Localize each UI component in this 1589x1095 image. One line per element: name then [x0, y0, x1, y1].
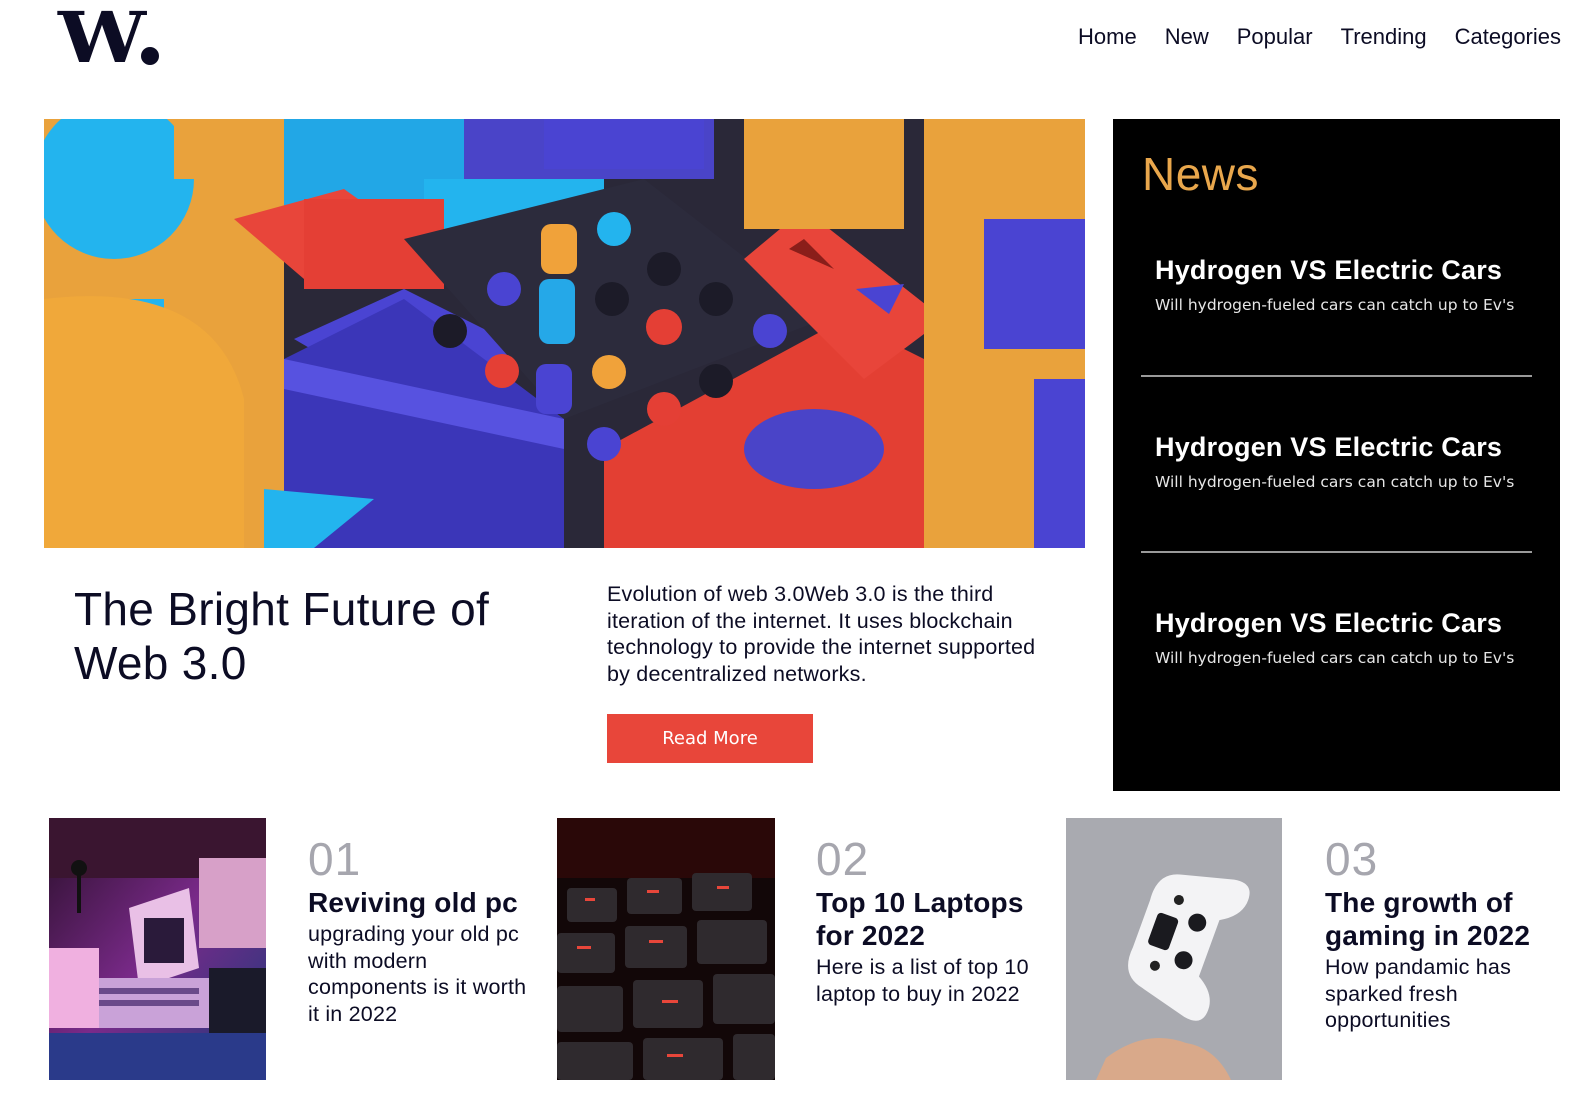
card-description: Here is a list of top 10 laptop to buy i… [816, 955, 1029, 1006]
card-description: How pandamic has sparked fresh opportuni… [1325, 955, 1512, 1033]
card-number: 02 [816, 833, 870, 885]
hero-illustration [44, 119, 1085, 548]
hero-title: The Bright Future of Web 3.0 [74, 583, 490, 689]
logo-dot [140, 47, 159, 65]
news-item[interactable]: Hydrogen VS Electric Cars Will hydrogen-… [1141, 608, 1532, 667]
news-item-title: Hydrogen VS Electric Cars [1155, 255, 1503, 285]
card-image-game-controller[interactable] [1066, 818, 1282, 1080]
news-panel: News Hydrogen VS Electric Cars Will hydr… [1113, 119, 1560, 791]
nav-home-link[interactable]: Home [1078, 24, 1137, 50]
news-item-subtitle: Will hydrogen-fueled cars can catch up t… [1155, 649, 1515, 667]
hero-description: Evolution of web 3.0Web 3.0 is the third… [607, 582, 1036, 686]
read-more-button[interactable]: Read More [607, 714, 813, 763]
news-item-subtitle: Will hydrogen-fueled cars can catch up t… [1155, 296, 1515, 314]
news-item-title: Hydrogen VS Electric Cars [1155, 432, 1503, 462]
game-controller-illustration [1066, 818, 1282, 1080]
news-item[interactable]: Hydrogen VS Electric Cars Will hydrogen-… [1141, 432, 1532, 491]
nav-trending-link[interactable]: Trending [1341, 24, 1427, 50]
card-title-link[interactable]: Reviving old pc [308, 886, 540, 919]
retro-pc-illustration [49, 818, 266, 1080]
card-image-laptop-keyboard[interactable] [557, 818, 775, 1080]
nav-categories-link[interactable]: Categories [1455, 24, 1561, 50]
nav-new-link[interactable]: New [1165, 24, 1209, 50]
news-item-title: Hydrogen VS Electric Cars [1155, 608, 1503, 638]
main-nav: Home New Popular Trending Categories [1078, 24, 1561, 50]
news-item[interactable]: Hydrogen VS Electric Cars Will hydrogen-… [1141, 255, 1532, 314]
news-item-subtitle: Will hydrogen-fueled cars can catch up t… [1155, 473, 1515, 491]
card-image-retro-pc[interactable] [49, 818, 266, 1080]
logo-letter: W [58, 0, 146, 79]
card-description: upgrading your old pc with modern compon… [308, 922, 527, 1026]
card-number: 01 [308, 833, 362, 885]
card-text: 01 Reviving old pc upgrading your old pc… [308, 832, 540, 1027]
site-logo[interactable]: W [58, 0, 159, 79]
nav-popular-link[interactable]: Popular [1237, 24, 1313, 50]
card-text: 03 The growth of gaming in 2022 How pand… [1325, 832, 1557, 1034]
card-number: 03 [1325, 833, 1379, 885]
news-heading: News [1142, 148, 1260, 200]
news-divider [1141, 375, 1532, 377]
news-divider [1141, 551, 1532, 553]
hero-image[interactable] [44, 119, 1085, 548]
card-text: 02 Top 10 Laptops for 2022 Here is a lis… [816, 832, 1048, 1007]
card-title-link[interactable]: The growth of gaming in 2022 [1325, 886, 1557, 952]
card-title-link[interactable]: Top 10 Laptops for 2022 [816, 886, 1048, 952]
keyboard-illustration [557, 818, 775, 1080]
